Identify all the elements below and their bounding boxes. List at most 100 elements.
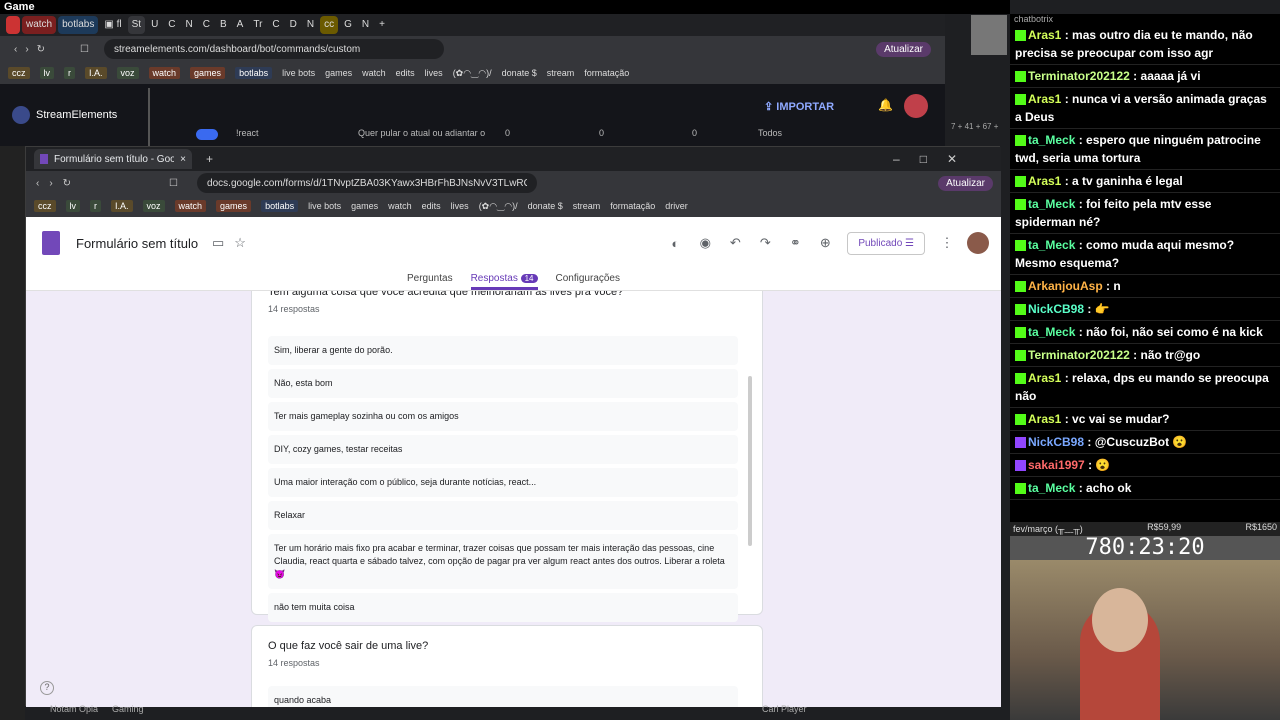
new-tab2-icon[interactable]: + [206, 152, 213, 166]
import-button[interactable]: ⇪ IMPORTAR [764, 100, 834, 113]
chat-username[interactable]: Terminator202122 [1028, 69, 1130, 83]
desktop-icon-plush[interactable] [971, 15, 1007, 55]
browser1-tab-13[interactable]: cc [320, 16, 339, 34]
redo-icon[interactable]: ↷ [757, 235, 773, 251]
bm-ia[interactable]: I.A. [85, 67, 107, 79]
bm-botlabs[interactable]: botlabs [235, 67, 273, 79]
bm2-watch[interactable]: watch [174, 200, 207, 212]
bm-kaomoji[interactable]: (✿◠‿◠)/ [453, 68, 492, 79]
answers-scrollbar[interactable] [748, 376, 752, 546]
bookmark-icon[interactable]: ☐ [80, 44, 104, 55]
chat-username[interactable]: Aras1 [1028, 28, 1061, 42]
bm-lives[interactable]: lives [425, 68, 443, 78]
bm2-botlabs[interactable]: botlabs [261, 200, 299, 212]
chat-username[interactable]: ta_Meck [1028, 238, 1075, 252]
bm2-formatacao[interactable]: formatação [610, 201, 655, 211]
bm2-watch2[interactable]: watch [388, 201, 412, 211]
undo-icon[interactable]: ↶ [727, 235, 743, 251]
close-tab-icon[interactable]: × [180, 154, 186, 165]
bm-stream[interactable]: stream [547, 68, 575, 78]
bm-r[interactable]: r [64, 67, 75, 79]
chat-username[interactable]: NickCB98 [1028, 435, 1084, 449]
bm-games2[interactable]: games [325, 68, 352, 78]
bm2-livebots[interactable]: live bots [308, 201, 341, 211]
bm-games[interactable]: games [190, 67, 226, 79]
browser1-tab-10[interactable]: C [268, 16, 283, 34]
browser1-tab-6[interactable]: C [199, 16, 214, 34]
bm-watch2[interactable]: watch [362, 68, 386, 78]
preview-icon[interactable]: ◉ [697, 235, 713, 251]
browser1-tab-12[interactable]: N [303, 16, 318, 34]
browser1-tab-0[interactable]: watch [22, 16, 57, 34]
bm2-driver[interactable]: driver [665, 201, 688, 211]
nav-icons[interactable]: ‹›↻ [0, 44, 80, 55]
browser1-tab-9[interactable]: Tr [249, 16, 266, 34]
chat-username[interactable]: ta_Meck [1028, 481, 1075, 495]
browser1-url[interactable]: streamelements.com/dashboard/bot/command… [104, 39, 444, 59]
bm2-lv[interactable]: lv [65, 200, 80, 212]
browser1-tab-14[interactable]: G [340, 16, 356, 34]
bm-edits[interactable]: edits [396, 68, 415, 78]
avatar[interactable] [904, 94, 928, 118]
browser1-tab-15[interactable]: N [358, 16, 373, 34]
chat-username[interactable]: NickCB98 [1028, 302, 1084, 316]
browser1-tab-2[interactable]: ▣ fl [100, 16, 125, 34]
chat-username[interactable]: ta_Meck [1028, 197, 1075, 211]
tab-configuracoes[interactable]: Configurações [556, 269, 620, 290]
chat-username[interactable]: Aras1 [1028, 412, 1061, 426]
tab-perguntas[interactable]: Perguntas [407, 269, 453, 290]
bm-ccz[interactable]: ccz [8, 67, 30, 79]
google-forms-icon[interactable] [42, 231, 60, 255]
bm-voz[interactable]: voz [116, 67, 139, 79]
tab-respostas[interactable]: Respostas 14 [470, 269, 538, 290]
form-title[interactable]: Formulário sem título [76, 236, 198, 251]
bm-donate[interactable]: donate $ [502, 68, 537, 78]
bm2-ccz[interactable]: ccz [34, 200, 56, 212]
browser1-tab-7[interactable]: B [216, 16, 231, 34]
add-collaborator-icon[interactable]: ⊕ [817, 235, 833, 251]
browser2-tab[interactable]: Formulário sem título - Google F × [34, 149, 192, 169]
chat-username[interactable]: Aras1 [1028, 92, 1061, 106]
published-button[interactable]: Publicado ☰ [847, 231, 925, 255]
bm2-stream[interactable]: stream [573, 201, 601, 211]
chat-username[interactable]: Aras1 [1028, 174, 1061, 188]
more-icon[interactable]: ⋮ [939, 235, 955, 251]
bm2-ia[interactable]: I.A. [111, 200, 133, 212]
bm2-edits[interactable]: edits [422, 201, 441, 211]
palette-icon[interactable]: ◐ [667, 236, 683, 251]
bm2-voz[interactable]: voz [142, 200, 165, 212]
bm2-games[interactable]: games [216, 200, 252, 212]
bm-formatacao[interactable]: formatação [584, 68, 629, 78]
bm2-lives[interactable]: lives [451, 201, 469, 211]
star-icon[interactable]: ☆ [232, 235, 248, 251]
browser2-url[interactable]: docs.google.com/forms/d/1TNvptZBA03KYawx… [197, 173, 538, 193]
chat-username[interactable]: ArkanjouAsp [1028, 279, 1103, 293]
bm2-kaomoji[interactable]: (✿◠‿◠)/ [479, 201, 518, 212]
bell-icon[interactable]: 🔔 [878, 98, 893, 112]
nav2-icons[interactable]: ‹›↻ [36, 178, 81, 189]
browser2-update-button[interactable]: Atualizar [938, 175, 993, 191]
chat-username[interactable]: Aras1 [1028, 371, 1061, 385]
browser1-tab-active[interactable]: St [127, 16, 146, 34]
bm2-r[interactable]: r [90, 200, 101, 212]
bm-livebots[interactable]: live bots [282, 68, 315, 78]
window-controls[interactable]: –□✕ [893, 152, 977, 166]
bookmark2-icon[interactable]: ☐ [169, 178, 189, 189]
chat-username[interactable]: sakai1997 [1028, 458, 1085, 472]
bm-lv[interactable]: lv [39, 67, 54, 79]
bm2-donate[interactable]: donate $ [528, 201, 563, 211]
new-tab-icon[interactable]: + [375, 16, 389, 34]
command-toggle[interactable] [196, 129, 218, 140]
bm2-games2[interactable]: games [351, 201, 378, 211]
browser1-tab-5[interactable]: N [182, 16, 197, 34]
browser1-update-button[interactable]: Atualizar [876, 41, 931, 57]
chat-username[interactable]: ta_Meck [1028, 133, 1075, 147]
browser1-tab-3[interactable]: U [147, 16, 162, 34]
browser1-tab-8[interactable]: A [233, 16, 248, 34]
link-icon[interactable]: ⚭ [787, 235, 803, 251]
bm-watch[interactable]: watch [148, 67, 181, 79]
browser1-tab-11[interactable]: D [286, 16, 301, 34]
account-avatar[interactable] [967, 232, 989, 254]
help-icon[interactable]: ? [40, 681, 54, 695]
browser1-tab-4[interactable]: C [164, 16, 179, 34]
